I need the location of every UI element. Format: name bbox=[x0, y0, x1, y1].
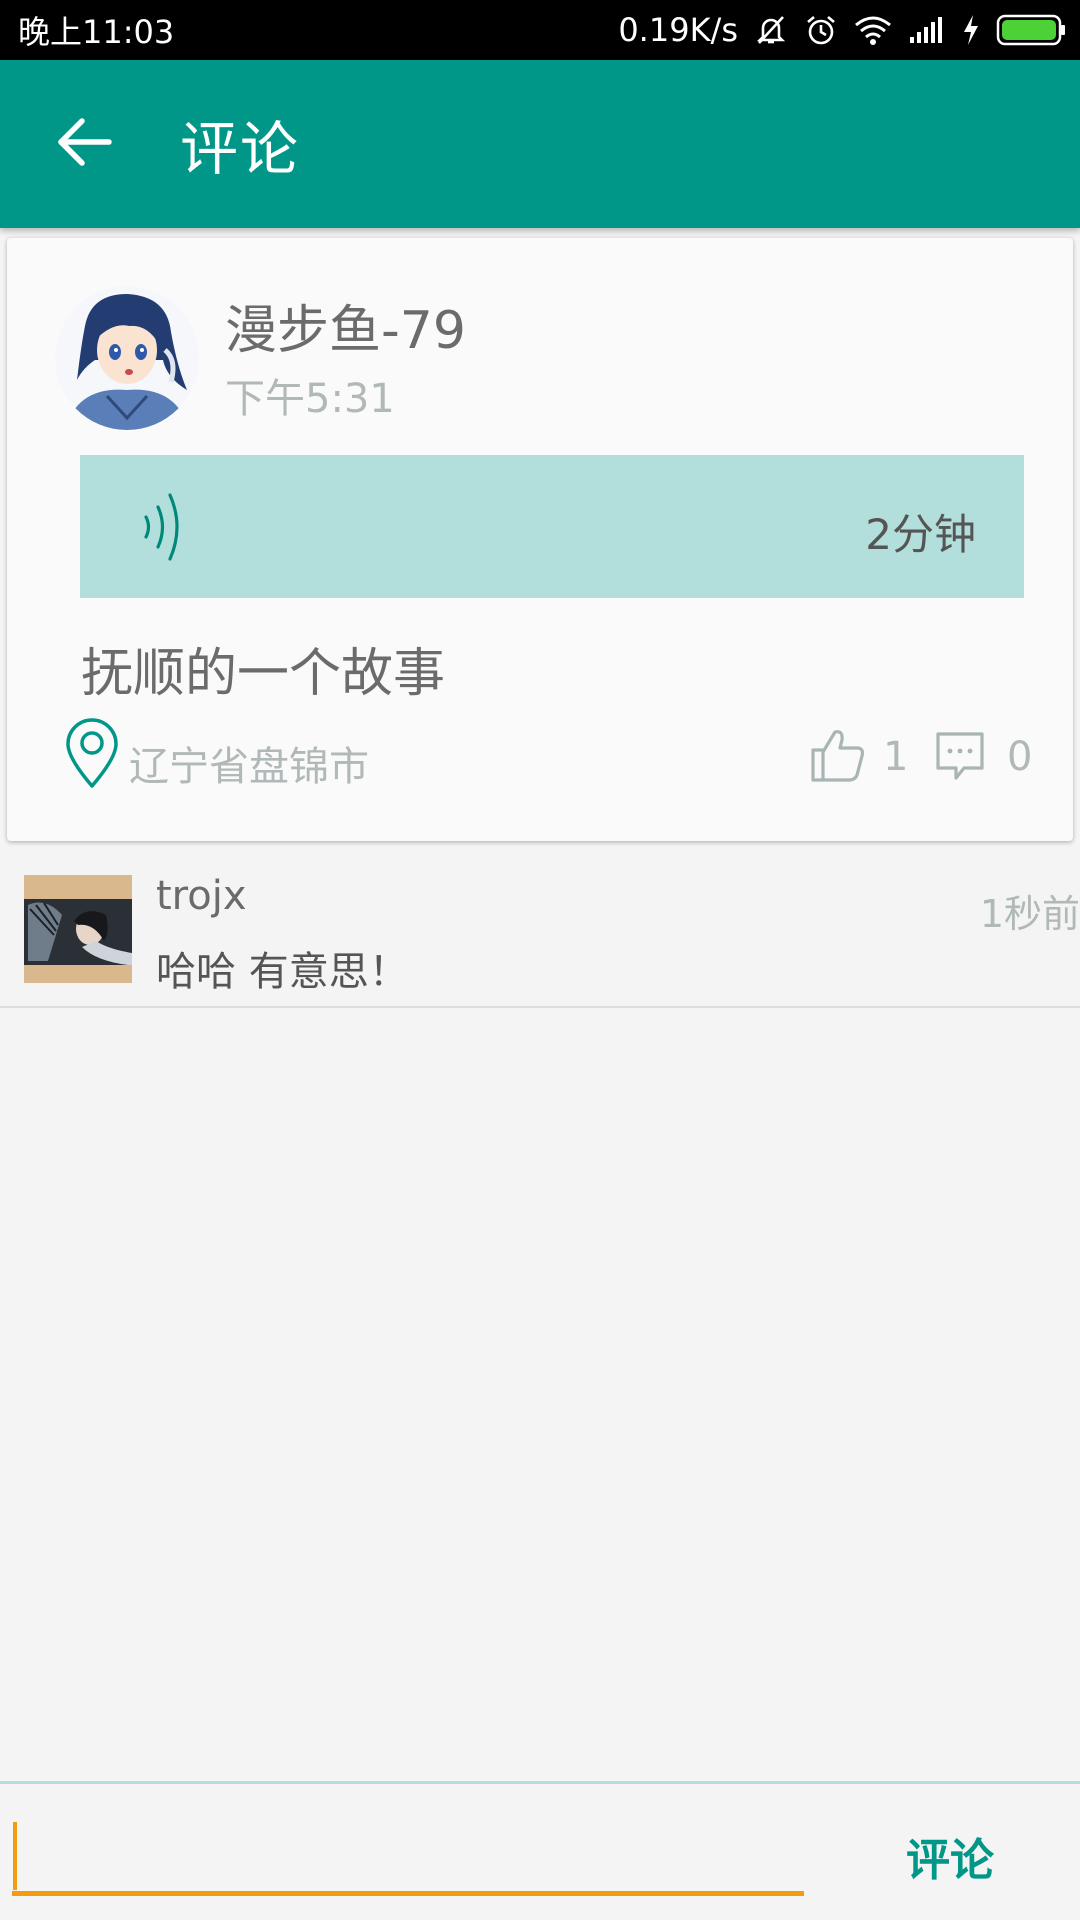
back-button[interactable] bbox=[30, 89, 140, 199]
comment-text: 哈哈 有意思！ bbox=[156, 949, 409, 995]
wifi-icon bbox=[854, 14, 892, 46]
status-bar: 晚上11:03 0.19K/s bbox=[0, 0, 1080, 60]
comment-time: 1秒前 bbox=[979, 892, 1080, 936]
app-bar: 评论 bbox=[0, 60, 1080, 228]
post-text: 抚顺的一个故事 bbox=[81, 644, 446, 704]
voice-wave-icon bbox=[140, 489, 190, 569]
avatar[interactable] bbox=[55, 286, 199, 430]
back-arrow-icon bbox=[57, 117, 113, 171]
alarm-icon bbox=[804, 13, 838, 47]
location-pin-icon bbox=[64, 718, 120, 794]
voice-player[interactable]: 2分钟 bbox=[80, 455, 1024, 598]
mute-icon bbox=[754, 13, 788, 47]
post-card: 漫步鱼-79 下午5:31 2分钟 抚顺的一个故事 辽宁省盘锦市 1 0 bbox=[7, 238, 1073, 841]
signal-icon bbox=[908, 15, 946, 45]
network-speed: 0.19K/s bbox=[618, 11, 738, 49]
status-icons: 0.19K/s bbox=[618, 11, 1066, 49]
comment-username[interactable]: trojx bbox=[156, 873, 247, 919]
post-username[interactable]: 漫步鱼-79 bbox=[225, 288, 466, 363]
location-text: 辽宁省盘锦市 bbox=[129, 744, 369, 790]
comment-input-bar: 评论 bbox=[0, 1781, 1080, 1920]
send-comment-button[interactable]: 评论 bbox=[880, 1814, 1020, 1898]
status-time: 晚上11:03 bbox=[18, 13, 175, 51]
voice-duration: 2分钟 bbox=[865, 510, 976, 559]
page-title: 评论 bbox=[180, 115, 301, 183]
post-time: 下午5:31 bbox=[225, 376, 395, 422]
comment-input[interactable] bbox=[12, 1816, 804, 1896]
text-cursor bbox=[13, 1822, 17, 1890]
battery-icon bbox=[996, 13, 1066, 47]
list-item: trojx 1秒前 哈哈 有意思！ bbox=[0, 851, 1080, 1008]
comment-count: 0 bbox=[1007, 734, 1033, 780]
comment-avatar[interactable] bbox=[24, 875, 132, 983]
thumbs-up-icon[interactable] bbox=[809, 726, 867, 788]
like-count: 1 bbox=[883, 734, 909, 780]
comment-bubble-icon[interactable] bbox=[934, 730, 986, 786]
charging-icon bbox=[962, 14, 980, 46]
